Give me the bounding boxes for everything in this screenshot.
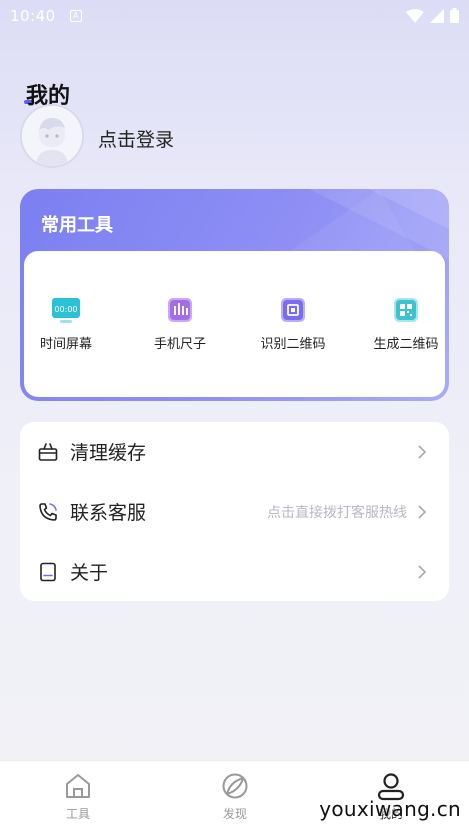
common-tools-card: 常用工具 00:00 时间屏幕 手机尺子 识别二维码 生成二维码 bbox=[20, 189, 449, 401]
battery-icon bbox=[450, 8, 459, 23]
book-icon bbox=[40, 562, 56, 581]
notification-icon: A bbox=[69, 10, 82, 22]
default-avatar-icon bbox=[22, 106, 82, 166]
menu-label: 清理缓存 bbox=[70, 442, 147, 464]
qr-code-icon bbox=[394, 298, 418, 322]
tools-title: 常用工具 bbox=[41, 215, 113, 236]
chevron-right-icon bbox=[418, 564, 427, 579]
tool-label: 生成二维码 bbox=[373, 337, 439, 352]
tool-label: 时间屏幕 bbox=[39, 337, 92, 352]
tool-generate-qr[interactable]: 生成二维码 bbox=[356, 295, 449, 352]
menu-contact-support[interactable]: 联系客服 点击直接拨打客服热线 bbox=[20, 482, 449, 541]
phone-icon bbox=[39, 502, 57, 521]
clock-screen-text: 00:00 bbox=[54, 305, 77, 314]
ruler-icon bbox=[168, 298, 192, 322]
menu-label: 联系客服 bbox=[70, 502, 147, 524]
tab-label: 工具 bbox=[65, 807, 90, 821]
settings-menu: 清理缓存 联系客服 点击直接拨打客服热线 关于 bbox=[20, 422, 449, 601]
tool-label: 识别二维码 bbox=[260, 337, 326, 352]
login-link[interactable]: 点击登录 bbox=[98, 125, 174, 152]
home-icon bbox=[66, 774, 90, 798]
signal-icon bbox=[430, 8, 444, 23]
card-decoration bbox=[279, 189, 449, 259]
tools-grid: 00:00 时间屏幕 手机尺子 识别二维码 生成二维码 bbox=[24, 251, 445, 397]
tool-scan-qr[interactable]: 识别二维码 bbox=[243, 295, 343, 352]
tool-phone-ruler[interactable]: 手机尺子 bbox=[130, 295, 230, 352]
menu-about[interactable]: 关于 bbox=[20, 542, 449, 601]
chevron-right-icon bbox=[418, 444, 427, 459]
basket-icon bbox=[38, 442, 58, 461]
clock-screen-icon: 00:00 bbox=[52, 298, 80, 323]
tab-discover[interactable]: 发现 bbox=[195, 771, 275, 822]
avatar[interactable] bbox=[20, 104, 84, 168]
menu-hint: 点击直接拨打客服热线 bbox=[267, 504, 407, 521]
status-time: 10:40 bbox=[10, 7, 56, 25]
menu-clear-cache[interactable]: 清理缓存 bbox=[20, 422, 449, 481]
tab-label: 发现 bbox=[222, 807, 247, 821]
discover-icon bbox=[222, 773, 248, 799]
tool-time-screen[interactable]: 00:00 时间屏幕 bbox=[20, 295, 116, 352]
tool-label: 手机尺子 bbox=[153, 337, 206, 352]
wifi-icon bbox=[406, 8, 424, 23]
scan-qr-icon bbox=[281, 298, 305, 322]
tab-tools[interactable]: 工具 bbox=[38, 771, 118, 822]
chevron-right-icon bbox=[418, 504, 427, 519]
status-indicators bbox=[406, 8, 459, 23]
menu-label: 关于 bbox=[70, 562, 109, 584]
watermark: youxiwang.cn bbox=[319, 797, 461, 821]
status-bar: 10:40 A bbox=[0, 0, 469, 32]
